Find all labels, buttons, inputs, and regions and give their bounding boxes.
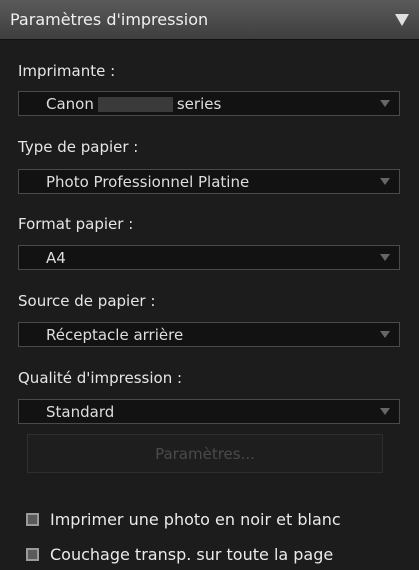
print-quality-value: Standard (46, 402, 115, 421)
paper-source-label: Source de papier : (18, 292, 156, 310)
chevron-down-icon (380, 331, 390, 338)
printer-select[interactable]: Canon series (18, 91, 400, 116)
print-quality-select[interactable]: Standard (18, 399, 400, 424)
paper-source-select[interactable]: Réceptacle arrière (18, 322, 400, 347)
checkbox-clear-coating[interactable] (26, 548, 39, 561)
paper-type-value: Photo Professionnel Platine (46, 172, 250, 191)
paper-size-value: A4 (46, 248, 66, 267)
checkbox-bw-photo[interactable] (26, 513, 39, 526)
printer-value: Canon series (19, 95, 380, 113)
paper-size-label: Format papier : (18, 215, 134, 233)
option-clear-coating-label: Couchage transp. sur toute la page (50, 545, 334, 564)
print-quality-label: Qualité d'impression : (18, 369, 183, 387)
chevron-down-icon (380, 100, 390, 107)
printer-label: Imprimante : (18, 62, 116, 80)
paper-type-select[interactable]: Photo Professionnel Platine (18, 169, 400, 194)
chevron-down-icon (380, 178, 390, 185)
option-bw-photo-label: Imprimer une photo en noir et blanc (50, 510, 341, 529)
printer-value-suffix: series (176, 94, 222, 113)
chevron-down-icon (380, 254, 390, 261)
panel-title: Paramètres d'impression (10, 10, 209, 29)
panel-header[interactable]: Paramètres d'impression (0, 0, 419, 40)
paper-type-label: Type de papier : (18, 138, 139, 156)
paper-source-value: Réceptacle arrière (46, 325, 184, 344)
settings-button[interactable]: Paramètres... (27, 434, 383, 473)
option-clear-coating[interactable]: Couchage transp. sur toute la page (26, 545, 333, 564)
print-settings-panel: Paramètres d'impression Imprimante : Can… (0, 0, 419, 570)
redacted-block (97, 96, 173, 112)
paper-size-select[interactable]: A4 (18, 245, 400, 270)
option-bw-photo[interactable]: Imprimer une photo en noir et blanc (26, 510, 341, 529)
printer-value-prefix: Canon (46, 94, 94, 113)
triangle-down-icon[interactable] (395, 13, 409, 26)
chevron-down-icon (380, 408, 390, 415)
